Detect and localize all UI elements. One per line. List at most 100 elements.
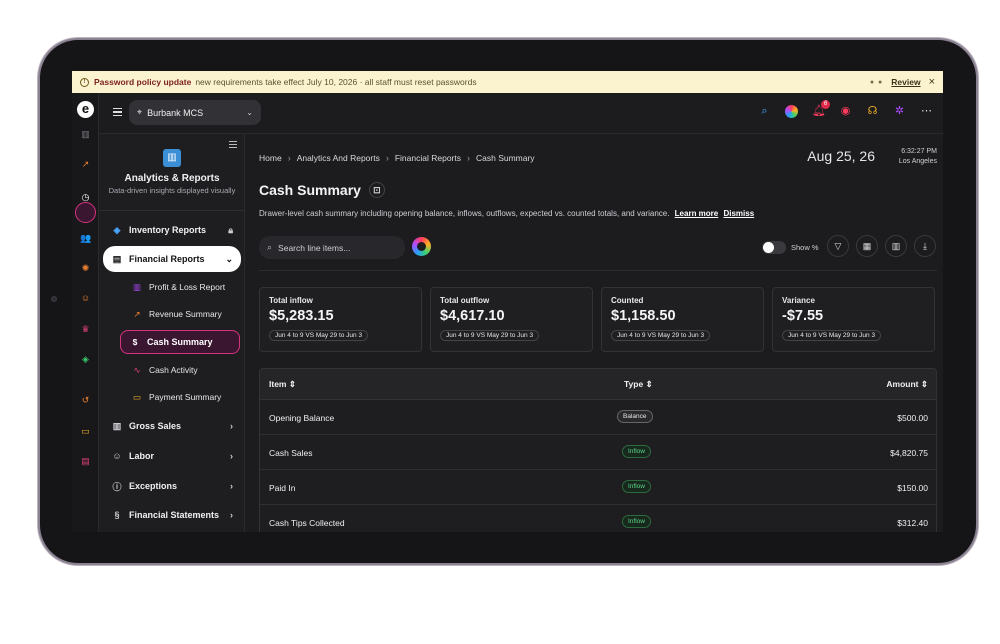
chart-view-icon[interactable]: ▥ — [885, 235, 907, 257]
trend-icon[interactable]: ↗ — [80, 159, 91, 170]
report-icon[interactable]: ▤ — [80, 456, 91, 467]
hamburger-menu-icon[interactable] — [113, 108, 122, 116]
download-icon[interactable]: ⤓ — [914, 235, 936, 257]
users-icon: ☺ — [112, 451, 122, 461]
subnav-item-gross-sales[interactable]: ▥ Gross Sales › — [103, 414, 241, 438]
statement-icon: § — [114, 510, 120, 520]
sort-icon: ⇕ — [645, 379, 653, 389]
dismiss-link[interactable]: Dismiss — [723, 209, 754, 218]
table-row[interactable]: Cash Sales Inflow $4,820.75 — [260, 435, 936, 470]
filter-icon[interactable]: ▽ — [827, 235, 849, 257]
column-label: Type — [624, 379, 644, 389]
breadcrumb-home[interactable]: Home — [259, 153, 282, 163]
row-item: Paid In — [269, 483, 296, 493]
subnav-item-financial-statements[interactable]: § Financial Statements › — [103, 503, 241, 527]
column-header-item[interactable]: Item ⇕ — [269, 379, 296, 390]
subnav-item-cash-summary[interactable]: $ Cash Summary — [120, 330, 240, 354]
column-header-amount[interactable]: Amount ⇕ — [886, 379, 928, 390]
chat-icon[interactable]: ▭ — [80, 426, 91, 437]
users-icon[interactable]: 👥 — [80, 233, 91, 244]
subnav-subtitle: Data-driven insights displayed visually — [108, 186, 236, 195]
ai-assistant-icon[interactable] — [412, 237, 431, 256]
subnav-item-inventory-reports[interactable]: ◈ Inventory Reports 🔒︎ — [103, 218, 241, 242]
reports-subnav: ▥ Analytics & Reports Data-driven insigh… — [99, 134, 245, 532]
app-logo[interactable]: e — [77, 101, 94, 118]
subnav-item-label: Inventory Reports — [129, 225, 207, 235]
stat-label: Total outflow — [440, 296, 490, 305]
chef-icon[interactable]: ♛ — [80, 324, 91, 335]
row-item: Opening Balance — [269, 413, 335, 423]
timezone: Los Angeles — [898, 158, 937, 165]
warning-icon: ! — [80, 77, 89, 87]
policy-banner: ! Password policy update new requirement… — [72, 71, 943, 93]
chevron-right-icon: › — [466, 153, 470, 163]
table-row[interactable]: Paid In Inflow $150.00 — [260, 470, 936, 505]
chevron-right-icon: › — [385, 153, 389, 163]
subnav-item-exceptions[interactable]: ⓘ Exceptions › — [103, 474, 241, 498]
type-badge: Inflow — [622, 515, 651, 528]
bar-chart-icon: ▥ — [132, 281, 142, 292]
location-selector[interactable]: ⌖ Burbank MCS ⌄ — [129, 100, 261, 125]
type-badge: Inflow — [622, 445, 651, 458]
column-label: Item — [269, 379, 287, 389]
chevron-down-icon: ⌄ — [246, 108, 253, 117]
more-icon[interactable]: ⋯ — [920, 105, 933, 118]
subnav-item-payment-summary[interactable]: ▭ Payment Summary — [123, 386, 241, 408]
close-banner-button[interactable]: × — [929, 76, 935, 88]
search-icon: ⌕ — [267, 242, 273, 252]
book-icon[interactable]: ⊡ — [368, 182, 385, 198]
subnav-subitem-label: Cash Activity — [149, 365, 198, 375]
breadcrumb-financial-reports[interactable]: Financial Reports — [395, 153, 461, 163]
type-badge: Inflow — [622, 480, 651, 493]
stat-card-total-outflow: Total outflow $4,617.10 Jun 4 to 9 VS Ma… — [430, 287, 593, 352]
columns-icon[interactable]: ▦ — [856, 235, 878, 257]
subnav-item-financial-reports[interactable]: ▤ Financial Reports ⌄ — [103, 246, 241, 272]
bar-chart-icon: ▥ — [112, 420, 122, 431]
divider — [259, 270, 937, 271]
bell-icon[interactable]: 🔔︎ 6 — [812, 100, 830, 118]
stat-label: Counted — [611, 296, 644, 305]
stat-compare: Jun 4 to 9 VS May 29 to Jun 3 — [611, 330, 711, 341]
history-icon[interactable]: ↺ — [80, 395, 91, 406]
column-label: Amount — [886, 379, 919, 389]
search-placeholder: Search line items... — [278, 242, 351, 253]
subnav-subitem-label: Revenue Summary — [149, 309, 222, 319]
show-percent-toggle[interactable] — [762, 241, 786, 254]
search-input[interactable]: ⌕ Search line items... — [259, 236, 405, 259]
chevron-right-icon: › — [230, 510, 233, 520]
subnav-subitem-label: Cash Summary — [147, 337, 213, 347]
activity-icon: ∿ — [133, 364, 141, 375]
chevron-right-icon: › — [230, 481, 233, 491]
row-amount: $150.00 — [897, 483, 928, 493]
stat-compare: Jun 4 to 9 VS May 29 to Jun 3 — [440, 330, 540, 341]
box-icon[interactable]: ◈ — [80, 354, 91, 365]
settings-icon[interactable]: ✲ — [893, 105, 906, 118]
chevron-right-icon: › — [287, 153, 291, 163]
column-header-type[interactable]: Type ⇕ — [624, 379, 653, 390]
stat-compare: Jun 4 to 9 VS May 29 to Jun 3 — [782, 330, 882, 341]
review-link[interactable]: Review — [891, 77, 920, 87]
bar-chart-icon[interactable]: ▥ — [80, 129, 91, 140]
collapse-menu-icon[interactable] — [229, 141, 237, 148]
subnav-item-labor[interactable]: ☺ Labor › — [103, 444, 241, 468]
subnav-item-cash-activity[interactable]: ∿ Cash Activity — [123, 359, 241, 381]
user-icon[interactable]: ◉ — [839, 105, 852, 118]
subnav-item-revenue-summary[interactable]: ↗ Revenue Summary — [123, 303, 241, 325]
breadcrumb-analytics[interactable]: Analytics And Reports — [297, 153, 380, 163]
stat-value: $4,617.10 — [440, 308, 505, 324]
subnav-item-profit-loss[interactable]: ▥ Profit & Loss Report — [123, 276, 241, 298]
search-icon[interactable]: ⌕ — [758, 105, 771, 118]
headset-icon[interactable]: ☊ — [866, 105, 879, 118]
stat-card-total-inflow: Total inflow $5,283.15 Jun 4 to 9 VS May… — [259, 287, 422, 352]
clock-icon[interactable]: ◷ — [80, 192, 91, 203]
cube-icon: ◈ — [113, 224, 121, 235]
stat-card-counted: Counted $1,158.50 Jun 4 to 9 VS May 29 t… — [601, 287, 764, 352]
table-row[interactable]: Cash Tips Collected Inflow $312.40 — [260, 505, 936, 532]
gear-icon[interactable]: ✺ — [80, 263, 91, 274]
subnav-item-label: Gross Sales — [129, 421, 182, 431]
team-icon[interactable]: ☺ — [80, 293, 91, 304]
table-row[interactable]: Opening Balance Balance $500.00 — [260, 400, 936, 435]
alert-circle-icon: ⓘ — [112, 481, 122, 492]
ai-assistant-icon[interactable] — [785, 105, 798, 118]
learn-more-link[interactable]: Learn more — [675, 209, 719, 218]
